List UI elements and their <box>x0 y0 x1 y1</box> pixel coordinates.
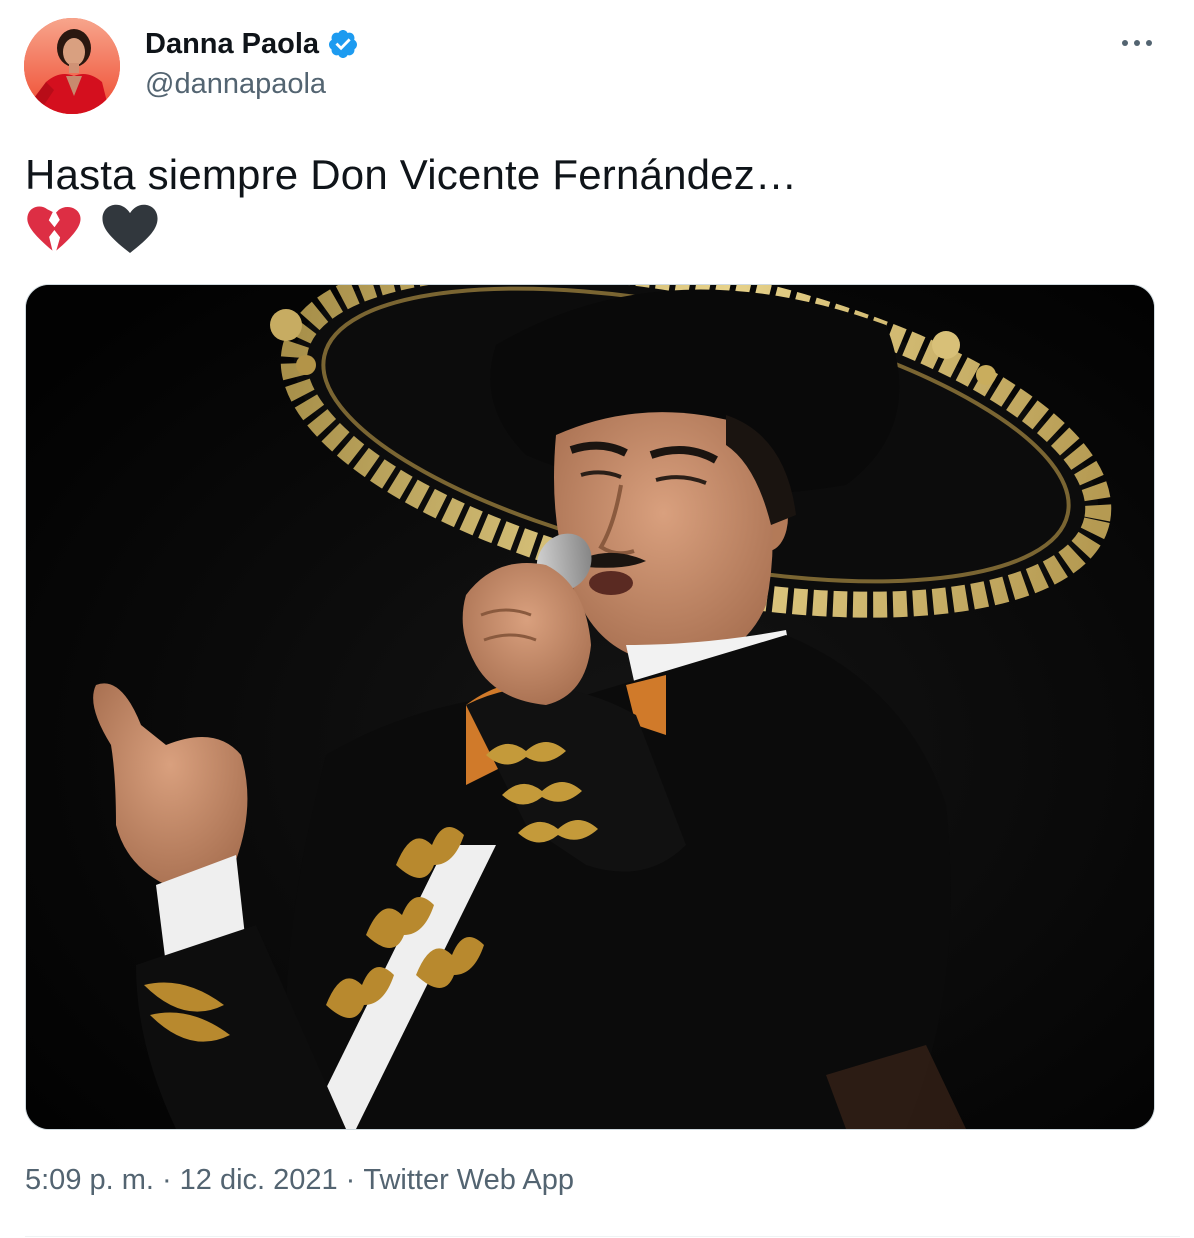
black-heart-emoji <box>102 204 158 256</box>
tweet-media-photo[interactable] <box>25 284 1155 1130</box>
photo-singer-charro <box>26 285 1154 1129</box>
tweet-text: Hasta siempre Don Vicente Fernández… <box>25 151 798 198</box>
more-options-icon <box>1122 40 1152 46</box>
broken-heart-emoji <box>26 204 82 256</box>
bottom-divider <box>25 1236 1180 1237</box>
tweet-emojis <box>26 202 158 258</box>
tweet-time[interactable]: 5:09 p. m. <box>25 1164 154 1197</box>
name-row: Danna Paola <box>145 26 359 62</box>
author-handle[interactable]: @dannapaola <box>145 68 359 101</box>
avatar-image <box>24 18 120 114</box>
tweet-metadata: 5:09 p. m. · 12 dic. 2021 · Twitter Web … <box>25 1164 574 1197</box>
meta-separator: · <box>161 1164 172 1196</box>
author-info: Danna Paola @dannapaola <box>145 26 359 101</box>
verified-badge-icon <box>327 28 359 60</box>
meta-separator: · <box>345 1164 356 1196</box>
tweet-date[interactable]: 12 dic. 2021 <box>180 1164 338 1197</box>
tweet-card: Danna Paola @dannapaola Hasta siempre Do… <box>0 0 1194 1238</box>
author-display-name[interactable]: Danna Paola <box>145 28 319 61</box>
more-options-button[interactable] <box>1114 28 1160 58</box>
author-avatar[interactable] <box>24 18 120 114</box>
tweet-source[interactable]: Twitter Web App <box>363 1164 574 1197</box>
